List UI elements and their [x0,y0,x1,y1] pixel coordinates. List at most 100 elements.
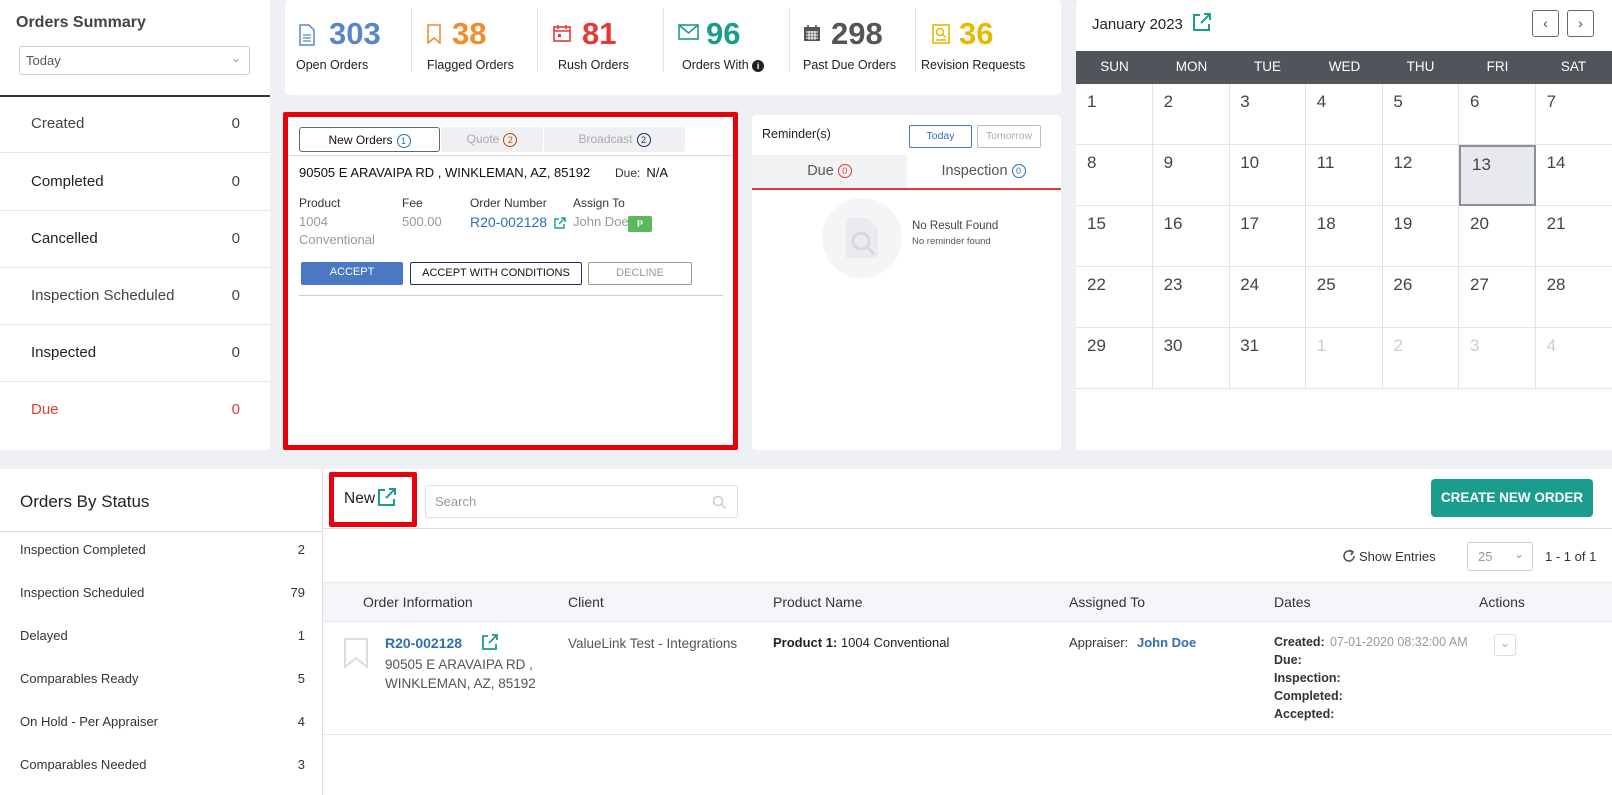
stat-open-orders[interactable]: 303 Open Orders [285,0,412,95]
tab-underline [752,188,1061,190]
summary-row-created[interactable]: Created 0 [0,94,270,153]
calendar-day[interactable]: 8 [1076,145,1153,206]
external-link-icon[interactable] [554,217,566,229]
calendar-day[interactable]: 3 [1459,328,1536,389]
reminders-today-button[interactable]: Today [909,125,972,148]
status-row[interactable]: On Hold - Per Appraiser 4 [20,714,305,729]
calendar-day[interactable]: 5 [1382,84,1460,145]
order-address: 90505 E ARAVAIPA RD , [385,657,533,672]
inspection-label: Inspection: [1274,671,1341,685]
calendar-day[interactable]: 31 [1229,328,1307,389]
calendar-grid-icon [804,25,820,41]
status-label: Inspection Completed [20,542,146,557]
product-value: 1004 Conventional [840,635,950,650]
calendar-day[interactable]: 27 [1459,267,1536,328]
search-placeholder: Search [435,494,477,509]
tab-quote[interactable]: Quote 2 [441,127,543,152]
calendar-prev-button[interactable]: ‹ [1532,10,1559,37]
calendar-day[interactable]: 7 [1535,84,1612,145]
tab-inspection[interactable]: Inspection 0 [906,155,1061,189]
accept-button[interactable]: ACCEPT [301,262,403,285]
calendar-day[interactable]: 4 [1305,84,1383,145]
calendar-day[interactable]: 2 [1382,328,1460,389]
calendar-day[interactable]: 18 [1305,206,1383,267]
calendar-day[interactable]: 26 [1382,267,1460,328]
row-actions-dropdown[interactable]: ⌄ [1494,634,1516,656]
calendar-day[interactable]: 16 [1152,206,1230,267]
calendar-day[interactable]: 19 [1382,206,1460,267]
weekday-label: TUE [1254,59,1281,74]
calendar-day[interactable]: 21 [1535,206,1612,267]
decline-button[interactable]: DECLINE [588,262,692,285]
summary-row-inspection-scheduled[interactable]: Inspection Scheduled 0 [0,266,270,325]
calendar-day[interactable]: 3 [1229,84,1307,145]
info-icon[interactable]: i [752,60,765,72]
calendar-day[interactable]: 25 [1305,267,1383,328]
calendar-day[interactable]: 28 [1535,267,1612,328]
accept-with-conditions-button[interactable]: ACCEPT WITH CONDITIONS [410,262,582,285]
calendar-day[interactable]: 9 [1152,145,1230,206]
search-input[interactable]: Search [425,485,738,518]
calendar-day[interactable]: 23 [1152,267,1230,328]
create-new-order-button[interactable]: CREATE NEW ORDER [1431,479,1593,517]
orders-summary-panel: Orders Summary Today ⌄ Created 0 Complet… [0,0,270,450]
status-row[interactable]: Comparables Ready 5 [20,671,305,686]
calendar-day[interactable]: 24 [1229,267,1307,328]
summary-row-inspected[interactable]: Inspected 0 [0,323,270,382]
order-number-label: Order Number [470,196,547,210]
stat-past-due-orders[interactable]: 298 Past Due Orders [790,0,916,95]
refresh-icon[interactable] [1342,549,1356,563]
assign-to-label: Assign To [573,196,625,210]
calendar-day[interactable]: 4 [1535,328,1612,389]
stat-rush-orders[interactable]: 81 Rush Orders [538,0,664,95]
calendar-day[interactable]: 12 [1382,145,1460,206]
external-link-icon[interactable] [481,633,499,651]
status-row[interactable]: Inspection Scheduled 79 [20,585,305,600]
calendar-day[interactable]: 2 [1152,84,1230,145]
row-divider [323,734,1612,735]
no-result-subtitle: No reminder found [912,236,991,247]
calendar-day[interactable]: 11 [1305,145,1383,206]
calendar-day[interactable]: 15 [1076,206,1153,267]
external-link-icon[interactable] [1192,12,1212,32]
tab-count-badge: 0 [1011,164,1026,179]
appraiser-link[interactable]: John Doe [1137,635,1196,650]
calendar-day[interactable]: 17 [1229,206,1307,267]
status-filter-new[interactable]: New [329,472,417,527]
calendar-day[interactable]: 13 [1459,145,1536,206]
tab-count-badge: 0 [837,164,852,179]
status-count: 3 [297,757,305,772]
calendar-day[interactable]: 6 [1459,84,1536,145]
calendar-day[interactable]: 14 [1535,145,1612,206]
tab-due[interactable]: Due 0 [752,155,907,189]
stat-orders-with[interactable]: 96 Orders With i [664,0,790,95]
bookmark-icon[interactable] [343,637,369,669]
summary-row-completed[interactable]: Completed 0 [0,152,270,211]
calendar-day[interactable]: 10 [1229,145,1307,206]
tab-count-badge: 1 [396,133,411,148]
status-row[interactable]: Delayed 1 [20,628,305,643]
status-row[interactable]: Comparables Needed 3 [20,757,305,772]
order-number-link[interactable]: R20-002128 [470,214,547,230]
stat-value: 38 [452,16,487,51]
period-select[interactable]: Today ⌄ [19,46,250,75]
tab-new-orders[interactable]: New Orders 1 [299,127,440,152]
calendar-next-button[interactable]: › [1567,10,1594,37]
calendar-day[interactable]: 20 [1459,206,1536,267]
chevron-down-icon: ⌄ [1513,547,1524,561]
summary-row-due[interactable]: Due 0 [0,380,270,439]
tab-broadcast[interactable]: Broadcast 2 [544,127,685,152]
calendar-day[interactable]: 1 [1076,84,1153,145]
stat-revision-requests[interactable]: 36 Revision Requests [916,0,1061,95]
calendar-day[interactable]: 29 [1076,328,1153,389]
calendar-day[interactable]: 1 [1305,328,1383,389]
summary-row-cancelled[interactable]: Cancelled 0 [0,209,270,268]
calendar-day[interactable]: 30 [1152,328,1230,389]
stat-flagged-orders[interactable]: 38 Flagged Orders [412,0,538,95]
reminders-tomorrow-button[interactable]: Tomorrow [977,125,1041,148]
status-row[interactable]: Inspection Completed 2 [20,542,305,557]
order-number-link[interactable]: R20-002128 [385,635,462,651]
entries-select[interactable]: 25 ⌄ [1467,542,1533,571]
calendar-day[interactable]: 22 [1076,267,1153,328]
external-link-icon[interactable] [377,487,397,507]
